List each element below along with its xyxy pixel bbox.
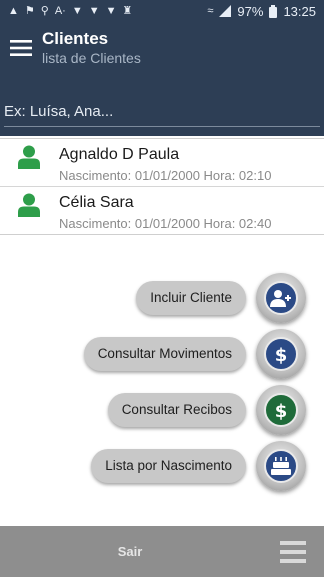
- system-indicators: ≈ 97% 13:25: [207, 4, 316, 19]
- exit-button[interactable]: Sair: [0, 526, 260, 577]
- signal-icon: [219, 5, 232, 17]
- client-list: Agnaldo D Paula Nascimento: 01/01/2000 H…: [0, 138, 324, 235]
- clock: 13:25: [283, 3, 316, 19]
- wifi-icon: ≈: [207, 4, 214, 17]
- birthday-cake-icon: [264, 449, 298, 483]
- client-birth-info: Nascimento: 01/01/2000 Hora: 02:40: [59, 216, 272, 231]
- menu-button[interactable]: [0, 22, 42, 74]
- consult-receipts-fab[interactable]: $: [256, 385, 306, 435]
- bell-icon: ▼: [88, 4, 100, 17]
- page-subtitle: lista de Clientes: [42, 50, 141, 66]
- birth-list-fab[interactable]: [256, 441, 306, 491]
- menu-icon[interactable]: [280, 539, 306, 565]
- birth-list-button[interactable]: Lista por Nascimento: [91, 449, 246, 483]
- consult-receipts-button[interactable]: Consultar Recibos: [107, 393, 246, 427]
- battery-percent: 97%: [237, 3, 264, 19]
- battery-icon: [269, 4, 278, 18]
- consult-movements-button[interactable]: Consultar Movimentos: [83, 337, 246, 371]
- search-underline: [4, 126, 320, 127]
- dollar-icon: $: [264, 337, 298, 371]
- bell-icon: ▼: [105, 4, 117, 17]
- client-birth-info: Nascimento: 01/01/2000 Hora: 02:10: [59, 168, 272, 183]
- translate-icon: A·: [54, 4, 66, 17]
- birth-list-action: Lista por Nascimento: [26, 440, 306, 492]
- search-input[interactable]: [4, 100, 320, 122]
- include-client-button[interactable]: Incluir Cliente: [136, 281, 246, 315]
- app-header: Clientes lista de Clientes: [0, 22, 324, 74]
- bottom-bar: Sair: [0, 526, 324, 577]
- svg-text:$: $: [275, 345, 288, 365]
- consult-movements-action: Consultar Movimentos $: [26, 328, 306, 380]
- notification-icon: ▲: [8, 4, 19, 17]
- tower-icon: ♜: [122, 4, 133, 17]
- search-area: [0, 74, 324, 136]
- flag-icon: ⚑: [24, 4, 35, 17]
- include-client-action: Incluir Cliente: [26, 272, 306, 324]
- key-icon: ⚲: [40, 4, 49, 17]
- include-client-fab[interactable]: [256, 273, 306, 323]
- svg-text:$: $: [275, 401, 288, 421]
- notification-icons: ▲ ⚑ ⚲ A· ▼ ▼ ▼ ♜: [8, 4, 133, 17]
- consult-movements-fab[interactable]: $: [256, 329, 306, 379]
- hamburger-icon: [10, 40, 32, 56]
- dollar-icon: $: [264, 393, 298, 427]
- status-bar: ▲ ⚑ ⚲ A· ▼ ▼ ▼ ♜ ≈ 97% 13:25: [0, 0, 324, 22]
- person-icon: [18, 193, 40, 217]
- client-row[interactable]: Célia Sara Nascimento: 01/01/2000 Hora: …: [0, 186, 324, 234]
- client-row[interactable]: Agnaldo D Paula Nascimento: 01/01/2000 H…: [0, 138, 324, 186]
- client-name: Célia Sara: [59, 194, 134, 211]
- client-name: Agnaldo D Paula: [59, 146, 180, 163]
- bell-icon: ▼: [71, 4, 83, 17]
- header-titles: Clientes lista de Clientes: [42, 22, 141, 67]
- person-icon: [18, 145, 40, 169]
- page-title: Clientes: [42, 29, 109, 48]
- add-user-icon: [264, 281, 298, 315]
- consult-receipts-action: Consultar Recibos $: [26, 384, 306, 436]
